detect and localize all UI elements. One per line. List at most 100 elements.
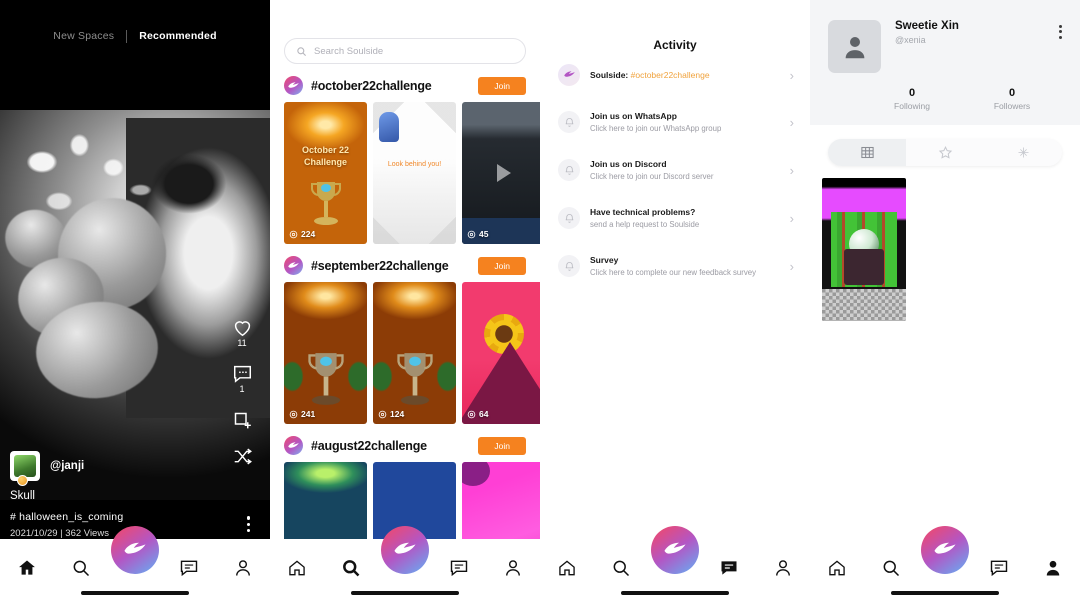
person-icon [776,560,790,576]
activity-text: Join us on Discord Click here to join ou… [590,158,780,182]
chat-icon [180,560,198,577]
thumbnail-card[interactable]: 241 [284,282,367,424]
join-button[interactable]: Join [478,76,526,95]
nav-messages[interactable] [978,551,1020,585]
thumbnail-card[interactable]: Look behind you! [373,102,456,244]
trophy-icon [310,182,341,225]
challenge-title[interactable]: #october22challenge [311,79,470,93]
search-icon [883,560,900,577]
butterfly-logo-icon [934,542,956,554]
nav-home[interactable] [276,551,318,585]
profile-post-grid [810,166,1080,321]
profile-tab-bar [828,139,1062,166]
tab-recommended[interactable]: Recommended [127,30,228,42]
nav-home[interactable] [6,551,48,585]
stat-following[interactable]: 0 Following [862,87,962,111]
activity-item-whatsapp[interactable]: Join us on WhatsApp Click here to join o… [540,98,810,146]
profile-post-thumbnail[interactable] [822,178,906,321]
nav-profile[interactable] [492,551,534,585]
search-icon [297,46,307,56]
activity-item-soulside[interactable]: Soulside: #october22challenge › [540,52,810,98]
activity-primary: Survey [590,255,619,265]
thumbnail-card[interactable]: 64 [462,282,540,424]
shuffle-button[interactable] [224,447,260,466]
nav-messages[interactable] [438,551,480,585]
challenge-title[interactable]: #september22challenge [311,259,470,273]
chevron-right-icon: › [789,114,794,130]
add-to-space-button[interactable] [224,410,260,431]
comment-button[interactable]: 1 [224,364,260,394]
pod-art [844,249,884,285]
home-icon [289,560,305,576]
avatar[interactable] [828,20,881,73]
stat-followers[interactable]: 0 Followers [962,87,1062,111]
search-input[interactable]: Search Soulside [314,46,383,57]
challenge-title[interactable]: #august22challenge [311,439,470,453]
nav-profile[interactable] [762,551,804,585]
profile-identity-row: Sweetie Xin @xenia [828,20,1062,73]
home-icon [19,560,35,575]
nav-messages[interactable] [708,551,750,585]
home-indicator [891,591,999,595]
nav-create-button[interactable] [921,526,969,574]
join-button[interactable]: Join [478,256,526,275]
nav-messages[interactable] [168,551,210,585]
tab-grid[interactable] [828,139,906,166]
comment-icon [233,365,251,383]
join-button[interactable]: Join [478,436,526,455]
feed-post-meta: @janji Skull # halloween_is_coming 2021/… [10,451,123,539]
post-author-row[interactable]: @janji [10,451,123,486]
tab-favorites[interactable] [906,139,984,166]
bell-icon [558,255,580,277]
view-count: 64 [467,409,488,419]
nav-profile[interactable] [1032,551,1074,585]
avatar[interactable] [10,451,40,486]
nav-create-button[interactable] [381,526,429,574]
person-icon [236,560,250,576]
butterfly-logo-icon [394,542,416,554]
nav-search[interactable] [870,551,912,585]
nav-search[interactable] [60,551,102,585]
shuffle-icon [234,448,252,465]
view-count-value: 241 [301,409,316,419]
more-vertical-icon [1059,35,1062,39]
tab-new-spaces[interactable]: New Spaces [41,30,126,42]
search-bar[interactable]: Search Soulside [284,38,526,64]
thumbnail-card[interactable]: October 22 Challenge 224 [284,102,367,244]
profile-more-button[interactable] [1059,20,1062,41]
butterfly-logo-icon [558,64,580,86]
chevron-right-icon: › [789,210,794,226]
scene-art [462,462,490,486]
feed-top-tabs: New Spaces Recommended [0,0,270,72]
nav-profile[interactable] [222,551,264,585]
nav-home[interactable] [816,551,858,585]
activity-highlight[interactable]: #october22challenge [631,70,710,80]
eye-icon [289,410,298,418]
nav-home[interactable] [546,551,588,585]
activity-text: Survey Click here to complete our new fe… [590,254,780,278]
activity-primary: Join us on Discord [590,159,667,169]
profile-names: Sweetie Xin @xenia [895,20,959,45]
activity-item-survey[interactable]: Survey Click here to complete our new fe… [540,242,810,290]
profile-header-card: Sweetie Xin @xenia 0 Following 0 Followe… [810,0,1080,125]
activity-item-support[interactable]: Have technical problems? send a help req… [540,194,810,242]
nav-create-button[interactable] [111,526,159,574]
eye-icon [467,230,476,238]
more-vertical-icon [1059,24,1062,28]
bell-icon [558,207,580,229]
activity-item-discord[interactable]: Join us on Discord Click here to join ou… [540,146,810,194]
view-count: 45 [467,229,488,239]
nav-search[interactable] [600,551,642,585]
nav-search[interactable] [330,551,372,585]
post-more-button[interactable] [246,513,250,535]
tab-sparkle[interactable] [984,139,1062,166]
post-author-handle[interactable]: @janji [50,460,84,472]
thumbnail-card[interactable]: 124 [373,282,456,424]
challenge-thumbs-september: 241 124 64 [270,282,540,424]
activity-text: Join us on WhatsApp Click here to join o… [590,110,780,134]
nav-create-button[interactable] [651,526,699,574]
thumbnail-card[interactable]: 45 [462,102,540,244]
post-hashtag[interactable]: # halloween_is_coming [10,511,123,523]
chevron-right-icon: › [789,258,794,274]
like-button[interactable]: 11 [224,318,260,348]
